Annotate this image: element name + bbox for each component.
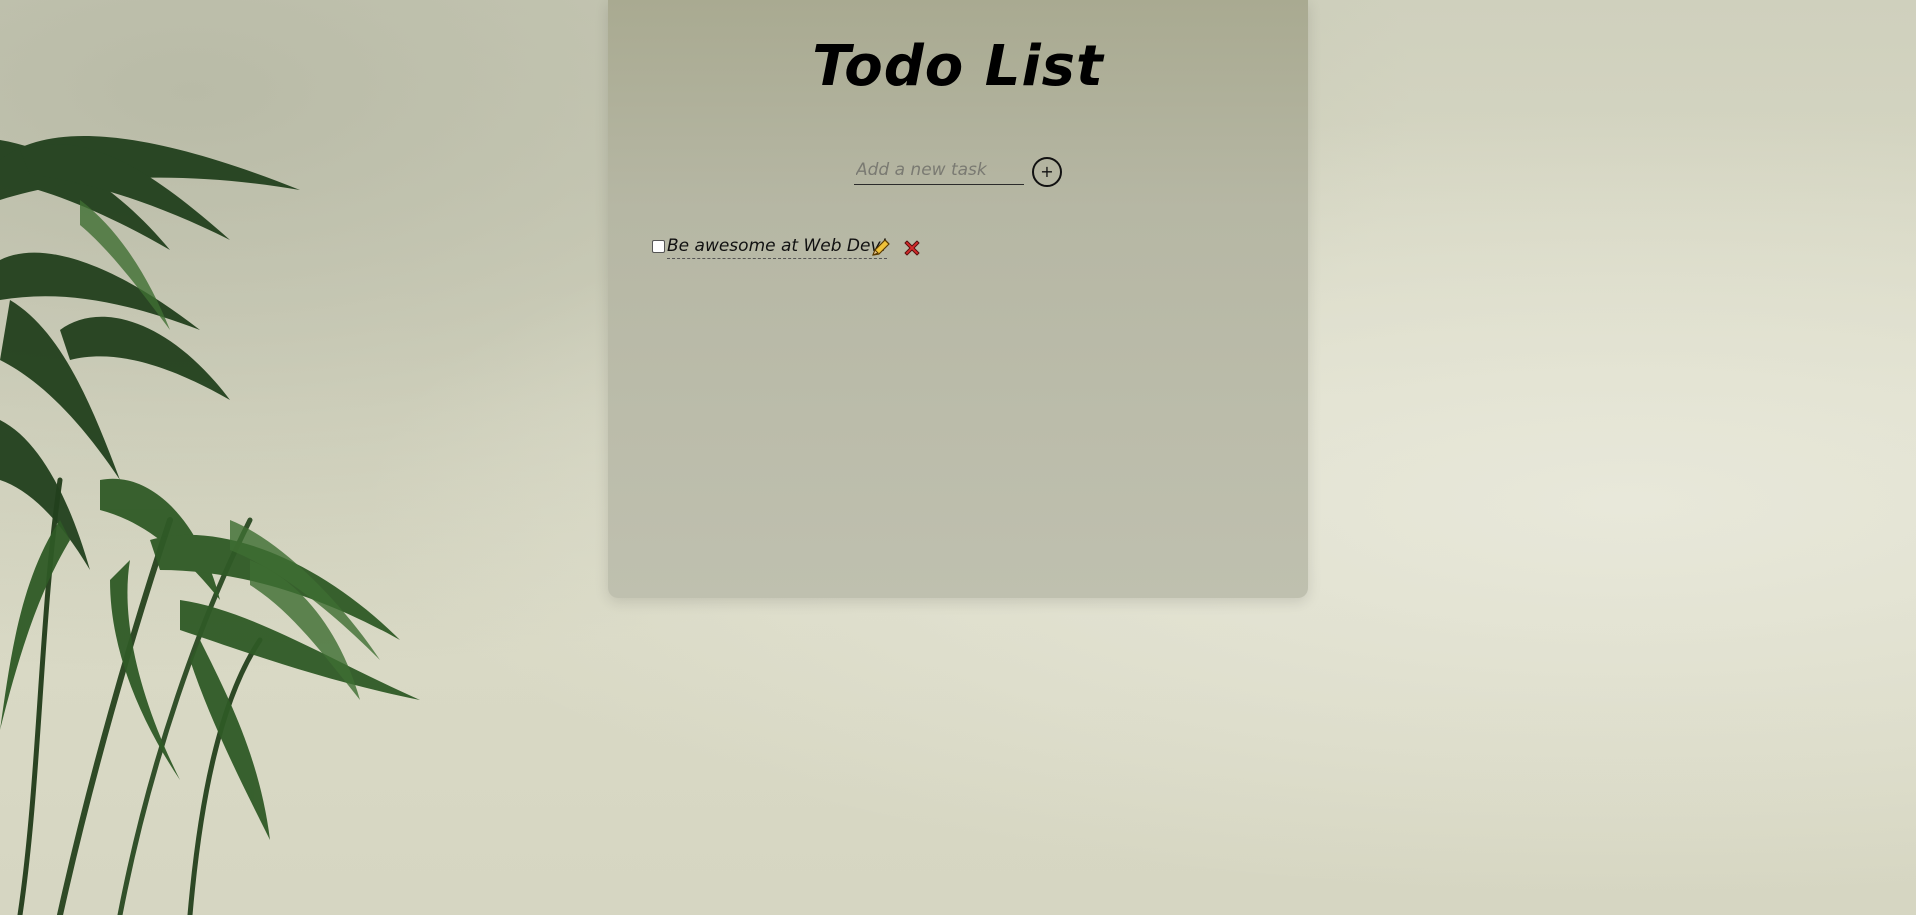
cross-icon[interactable] [902, 238, 922, 258]
plus-circle-icon: + [1040, 162, 1054, 181]
palm-plant-decoration [0, 136, 420, 915]
pencil-icon[interactable] [870, 238, 892, 258]
todo-item-text[interactable]: Be awesome at Web Dev! [667, 236, 888, 259]
todo-checkbox[interactable] [652, 240, 665, 253]
page-title: Todo List [812, 34, 1104, 99]
new-task-input[interactable] [854, 156, 1024, 185]
todo-card: Todo List + Be awesome at Web Dev! [608, 0, 1308, 598]
add-task-button[interactable]: + [1032, 157, 1062, 187]
